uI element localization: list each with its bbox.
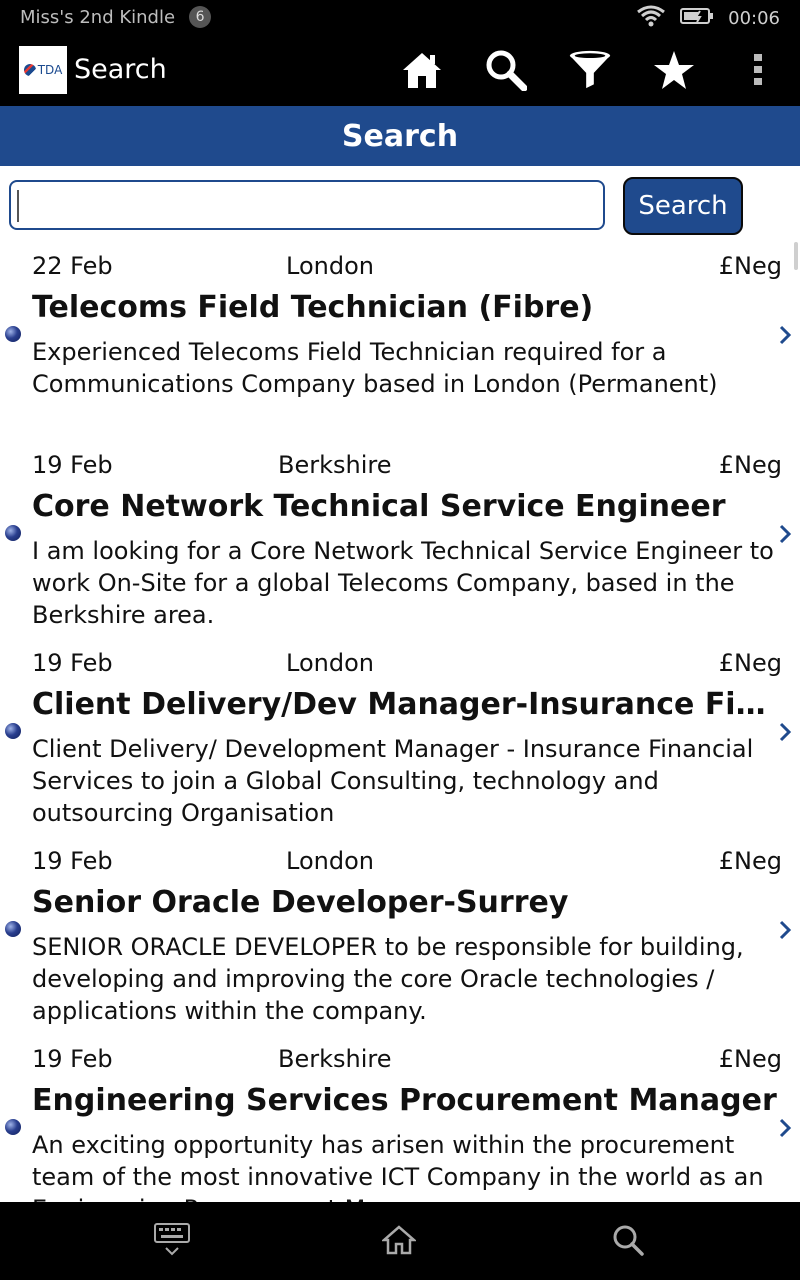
job-description: I am looking for a Core Network Technica…	[32, 537, 774, 629]
job-title: Client Delivery/Dev Manager-Insurance Fi…	[32, 687, 784, 722]
search-icon	[486, 50, 527, 91]
job-list-item[interactable]: 19 Feb London £Neg Senior Oracle Develop…	[0, 841, 800, 1035]
system-nav-bar	[0, 1202, 800, 1280]
bullet-icon	[5, 525, 21, 541]
job-salary: £Neg	[718, 649, 782, 677]
job-date: 19 Feb	[32, 1045, 113, 1073]
job-location: Berkshire	[278, 451, 392, 479]
chevron-right-icon	[779, 920, 792, 940]
battery-icon	[680, 6, 714, 31]
hide-keyboard-button[interactable]	[152, 1220, 192, 1260]
overflow-menu-button[interactable]	[736, 48, 780, 92]
overflow-menu-icon	[754, 54, 762, 85]
job-date: 22 Feb	[32, 252, 113, 280]
job-list-item[interactable]: 22 Feb London £Neg Telecoms Field Techni…	[0, 246, 800, 440]
notification-count-badge: 6	[189, 6, 212, 28]
bullet-icon	[5, 921, 21, 937]
job-list-item[interactable]: 19 Feb Berkshire £Neg Engineering Servic…	[0, 1039, 800, 1202]
search-icon	[613, 1225, 644, 1256]
job-description: SENIOR ORACLE DEVELOPER to be responsibl…	[32, 933, 744, 1025]
job-location: Berkshire	[278, 1045, 392, 1073]
chevron-right-icon	[779, 1118, 792, 1138]
filter-button[interactable]	[568, 48, 612, 92]
filter-icon	[569, 50, 611, 89]
app-bar: TDA Search	[0, 34, 800, 106]
job-title: Core Network Technical Service Engineer	[32, 489, 726, 524]
nav-home-button[interactable]	[379, 1220, 419, 1260]
job-list-item[interactable]: 19 Feb London £Neg Client Delivery/Dev M…	[0, 643, 800, 837]
job-salary: £Neg	[718, 252, 782, 280]
home-icon	[403, 53, 441, 88]
nav-search-button[interactable]	[608, 1220, 648, 1260]
job-salary: £Neg	[718, 847, 782, 875]
wifi-icon	[636, 5, 666, 32]
job-title: Telecoms Field Technician (Fibre)	[32, 290, 594, 325]
job-list-item[interactable]: 19 Feb Berkshire £Neg Core Network Techn…	[0, 445, 800, 639]
job-description: An exciting opportunity has arisen withi…	[32, 1131, 764, 1202]
job-results-list[interactable]: 22 Feb London £Neg Telecoms Field Techni…	[0, 240, 800, 1202]
star-icon	[654, 51, 694, 89]
search-input[interactable]	[9, 180, 605, 230]
job-title: Senior Oracle Developer-Surrey	[32, 885, 569, 920]
keyboard-hide-icon	[154, 1223, 190, 1256]
job-date: 19 Feb	[32, 649, 113, 677]
search-action-button[interactable]	[484, 48, 528, 92]
device-name: Miss's 2nd Kindle	[20, 6, 176, 28]
job-location: London	[286, 252, 374, 280]
chevron-right-icon	[779, 325, 792, 345]
job-title: Engineering Services Procurement Manager	[32, 1083, 777, 1118]
job-date: 19 Feb	[32, 847, 113, 875]
job-description: Client Delivery/ Development Manager - I…	[32, 735, 754, 827]
favourites-button[interactable]	[652, 48, 696, 92]
bullet-icon	[5, 326, 21, 342]
text-caret	[17, 190, 19, 222]
home-button[interactable]	[400, 48, 444, 92]
chevron-right-icon	[779, 524, 792, 544]
clock: 00:06	[728, 8, 780, 29]
job-salary: £Neg	[718, 451, 782, 479]
bullet-icon	[5, 723, 21, 739]
job-location: London	[286, 649, 374, 677]
chevron-right-icon	[779, 722, 792, 742]
job-location: London	[286, 847, 374, 875]
job-description: Experienced Telecoms Field Technician re…	[32, 338, 718, 398]
job-salary: £Neg	[718, 1045, 782, 1073]
status-bar: Miss's 2nd Kindle 6 00:06	[0, 0, 800, 34]
job-date: 19 Feb	[32, 451, 113, 479]
bullet-icon	[5, 1119, 21, 1135]
page-title: Search	[0, 106, 800, 166]
home-icon	[382, 1225, 416, 1255]
search-button[interactable]: Search	[623, 177, 743, 235]
